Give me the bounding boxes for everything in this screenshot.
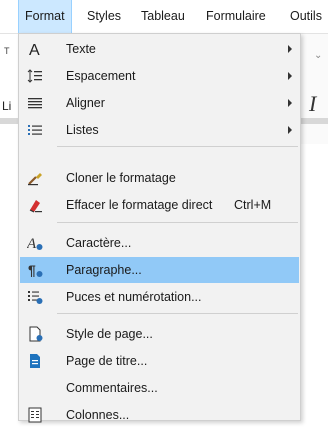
clone-brush-icon — [26, 169, 44, 187]
list-icon — [26, 121, 44, 139]
menu-item-label: Listes — [66, 123, 99, 137]
menu-item-label: Colonnes... — [66, 408, 130, 422]
columns-icon — [26, 406, 44, 424]
menu-item-commentaires[interactable]: Commentaires... — [20, 375, 299, 401]
clear-format-icon — [26, 196, 44, 214]
menu-item-listes[interactable]: Listes — [20, 117, 299, 143]
menu-item-caractere[interactable]: A Caractère... — [20, 230, 299, 256]
menu-item-label: Caractère... — [66, 236, 132, 250]
menu-item-page-titre[interactable]: Page de titre... — [20, 348, 299, 374]
menu-item-label: Texte — [66, 42, 96, 56]
character-icon: A — [26, 234, 44, 252]
menu-item-aligner[interactable]: Aligner — [20, 90, 299, 116]
menu-item-texte[interactable]: A Texte — [20, 36, 299, 62]
menu-item-label: Commentaires... — [66, 381, 158, 395]
menu-separator — [57, 313, 298, 314]
menu-item-label: Paragraphe... — [66, 263, 142, 277]
menu-separator — [57, 222, 298, 223]
bullets-icon — [26, 288, 44, 306]
menu-item-label: Cloner le formatage — [66, 171, 176, 185]
menu-item-label: Puces et numérotation... — [66, 290, 202, 304]
dropdown-caret-icon[interactable]: ⌄ — [314, 50, 322, 61]
svg-text:A: A — [27, 236, 37, 251]
menu-item-label: Aligner — [66, 96, 105, 110]
spacing-icon — [26, 67, 44, 85]
menu-item-label: Page de titre... — [66, 354, 148, 368]
page-style-icon — [26, 325, 44, 343]
sidebar-fragment: Li — [2, 99, 12, 113]
menu-outils[interactable]: Outils — [290, 0, 322, 33]
menu-item-label: Effacer le formatage direct — [66, 198, 213, 212]
submenu-arrow-icon — [288, 72, 292, 80]
menu-item-label: Style de page... — [66, 327, 153, 341]
toolbar-fragment: T — [4, 46, 10, 56]
menu-item-puces[interactable]: Puces et numérotation... — [20, 284, 299, 310]
menu-format[interactable]: Format — [18, 0, 72, 33]
menu-item-effacer-formatage[interactable]: Effacer le formatage direct Ctrl+M — [20, 192, 299, 218]
align-icon — [26, 94, 44, 112]
menu-tableau[interactable]: Tableau — [141, 0, 185, 33]
menu-item-paragraphe[interactable]: ¶ Paragraphe... — [20, 257, 299, 283]
menu-item-style-page[interactable]: Style de page... — [20, 321, 299, 347]
title-page-icon — [26, 352, 44, 370]
svg-text:¶: ¶ — [28, 262, 36, 278]
menu-styles[interactable]: Styles — [87, 0, 121, 33]
italic-button[interactable]: I — [309, 91, 316, 117]
svg-text:A: A — [29, 42, 40, 57]
text-a-icon: A — [26, 40, 44, 58]
menubar: Format Styles Tableau Formulaire Outils — [0, 0, 328, 34]
shortcut-label: Ctrl+M — [234, 198, 272, 212]
format-menu: A Texte Espacement Aligner Listes Cloner… — [18, 33, 301, 423]
menu-item-espacement[interactable]: Espacement — [20, 63, 299, 89]
submenu-arrow-icon — [288, 45, 292, 53]
menu-item-colonnes[interactable]: Colonnes... — [20, 402, 299, 428]
menu-formulaire[interactable]: Formulaire — [206, 0, 266, 33]
menu-separator — [57, 146, 298, 147]
menu-item-label: Espacement — [66, 69, 136, 83]
paragraph-icon: ¶ — [26, 261, 44, 279]
submenu-arrow-icon — [288, 99, 292, 107]
document-area-left — [0, 34, 20, 421]
menu-item-cloner-formatage[interactable]: Cloner le formatage — [20, 165, 299, 191]
submenu-arrow-icon — [288, 126, 292, 134]
